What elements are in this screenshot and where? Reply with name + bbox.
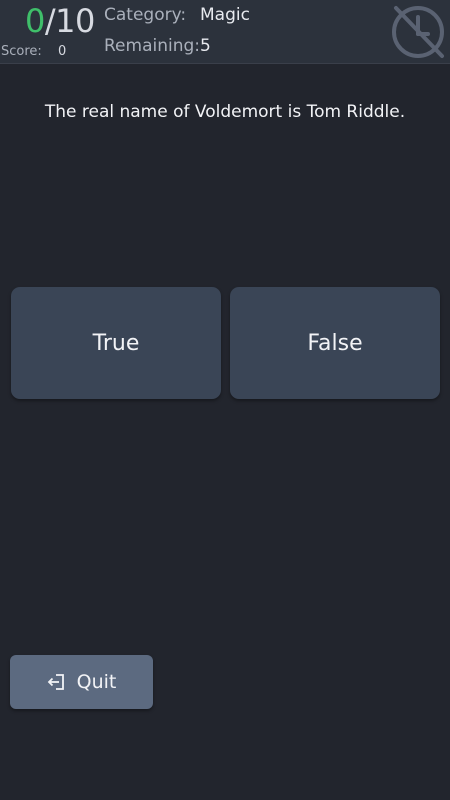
progress-current: 0 [25,2,45,40]
category-value: Magic [200,5,250,25]
score-value: 0 [58,44,67,59]
question-text: The real name of Voldemort is Tom Riddle… [44,102,406,122]
timer-off-icon[interactable] [388,2,448,62]
answer-true-button[interactable]: True [11,287,221,399]
quit-label: Quit [76,671,117,693]
category-label: Category: [104,5,187,25]
question-progress: 0/10 [25,3,95,39]
remaining-label: Remaining: [104,36,200,56]
score-label: Score: [1,44,42,59]
exit-icon [47,674,64,690]
answer-false-button[interactable]: False [230,287,440,399]
progress-total: /10 [44,2,96,40]
quit-button[interactable]: Quit [10,655,153,709]
remaining-value: 5 [200,36,211,56]
quiz-header: 0/10 Score: 0 Category: Magic Remaining:… [0,0,450,64]
